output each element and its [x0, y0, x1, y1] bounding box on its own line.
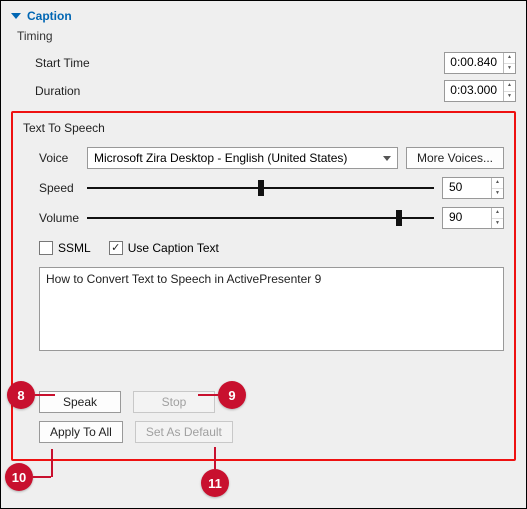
- speed-value: 50: [443, 178, 491, 198]
- set-as-default-button[interactable]: Set As Default: [135, 421, 233, 443]
- tts-title: Text To Speech: [23, 121, 504, 143]
- checkbox-icon: [109, 241, 123, 255]
- timing-title: Timing: [11, 27, 516, 49]
- slider-knob[interactable]: [396, 210, 402, 226]
- duration-value: 0:03.000: [445, 81, 503, 101]
- use-caption-checkbox[interactable]: Use Caption Text: [109, 241, 219, 255]
- voice-label: Voice: [23, 151, 79, 165]
- duration-input[interactable]: 0:03.000 ▲▼: [444, 80, 516, 102]
- spinner-icon[interactable]: ▲▼: [491, 208, 503, 228]
- voice-value: Microsoft Zira Desktop - English (United…: [94, 151, 347, 165]
- speak-button[interactable]: Speak: [39, 391, 121, 413]
- volume-value: 90: [443, 208, 491, 228]
- speed-slider[interactable]: [87, 179, 434, 197]
- section-caption-header[interactable]: Caption: [11, 7, 516, 27]
- apply-to-all-button[interactable]: Apply To All: [39, 421, 123, 443]
- spinner-icon[interactable]: ▲▼: [503, 81, 515, 101]
- start-time-input[interactable]: 0:00.840 ▲▼: [444, 52, 516, 74]
- start-time-value: 0:00.840: [445, 53, 503, 73]
- chevron-down-icon: [11, 13, 21, 19]
- callout-10: 10: [5, 463, 33, 491]
- spinner-icon[interactable]: ▲▼: [491, 178, 503, 198]
- speed-label: Speed: [23, 181, 79, 195]
- chevron-down-icon: [383, 156, 391, 161]
- more-voices-button[interactable]: More Voices...: [406, 147, 504, 169]
- checkbox-icon: [39, 241, 53, 255]
- ssml-checkbox[interactable]: SSML: [39, 241, 91, 255]
- stop-button[interactable]: Stop: [133, 391, 215, 413]
- start-time-label: Start Time: [11, 56, 91, 70]
- ssml-label: SSML: [58, 241, 91, 255]
- section-caption-label: Caption: [27, 9, 72, 23]
- tts-highlight-box: Text To Speech Voice Microsoft Zira Desk…: [11, 111, 516, 461]
- volume-label: Volume: [23, 211, 79, 225]
- tts-text-value: How to Convert Text to Speech in ActiveP…: [46, 272, 321, 286]
- speed-input[interactable]: 50 ▲▼: [442, 177, 504, 199]
- spinner-icon[interactable]: ▲▼: [503, 53, 515, 73]
- use-caption-label: Use Caption Text: [128, 241, 219, 255]
- volume-input[interactable]: 90 ▲▼: [442, 207, 504, 229]
- voice-select[interactable]: Microsoft Zira Desktop - English (United…: [87, 147, 398, 169]
- volume-slider[interactable]: [87, 209, 434, 227]
- slider-knob[interactable]: [258, 180, 264, 196]
- callout-11: 11: [201, 469, 229, 497]
- tts-text-input[interactable]: How to Convert Text to Speech in ActiveP…: [39, 267, 504, 351]
- duration-label: Duration: [11, 84, 91, 98]
